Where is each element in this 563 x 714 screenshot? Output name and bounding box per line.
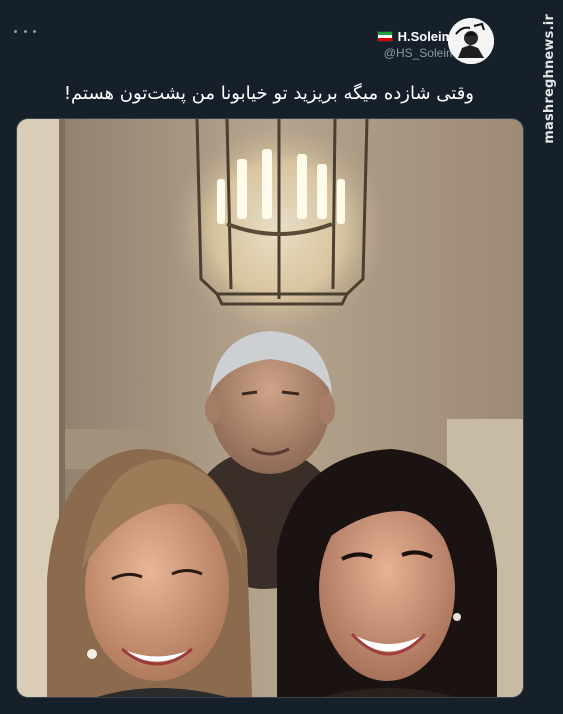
photo-icon: [17, 119, 523, 697]
watermark-text: mashreghnews.ir: [542, 14, 557, 144]
avatar-icon[interactable]: [448, 18, 494, 64]
tweet-photo[interactable]: [16, 118, 524, 698]
more-options-icon[interactable]: [14, 24, 36, 38]
watermark-strip: mashreghnews.ir: [530, 0, 563, 714]
iran-flag-icon: [376, 30, 393, 42]
tweet-card[interactable]: H.Soleimani @HS_Soleimani وقتی شازده میگ…: [0, 0, 530, 714]
avatar-graphic: [448, 18, 494, 64]
tweet-text: وقتی شازده میگه بریزید تو خیابونا من پشت…: [63, 83, 474, 104]
